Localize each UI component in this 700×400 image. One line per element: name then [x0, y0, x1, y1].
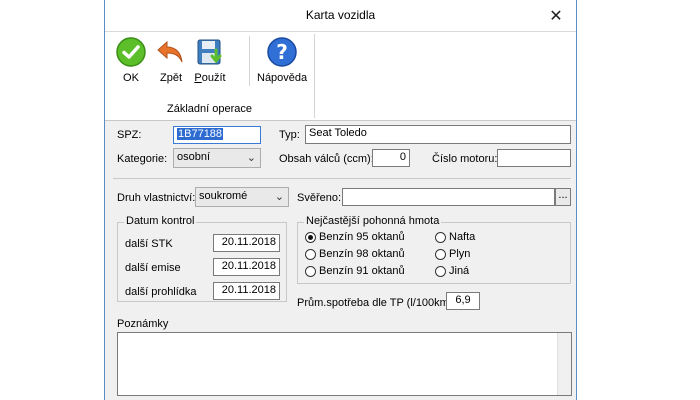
typ-label: Typ: [279, 129, 300, 141]
poznamky-label: Poznámky [117, 318, 169, 330]
spz-field[interactable]: 1B77188 [173, 126, 261, 144]
help-question-icon: ? [267, 37, 297, 67]
save-disk-icon [197, 39, 222, 65]
kategorie-select[interactable]: osobní ⌄ [173, 148, 261, 168]
spotreba-field[interactable]: 6,9 [446, 292, 480, 310]
emise-date-field[interactable]: 20.11.2018 [213, 258, 280, 276]
pohonna-hmota-title: Nejčastější pohonná hmota [304, 215, 442, 227]
druh-select[interactable]: soukromé ⌄ [195, 187, 289, 207]
radio-plyn[interactable]: Plyn [435, 248, 470, 260]
chevron-down-icon: ⌄ [246, 152, 256, 164]
kategorie-value: osobní [177, 151, 211, 163]
ribbon-group-label: Základní operace [167, 103, 252, 115]
back-arrow-icon [157, 40, 183, 63]
apply-button[interactable]: Použít [194, 36, 226, 84]
ok-button-label: OK [123, 72, 139, 84]
radio-benzin-98[interactable]: Benzín 98 oktanů [305, 248, 405, 260]
kategorie-label: Kategorie: [117, 153, 168, 165]
ok-button[interactable]: OK [115, 36, 147, 84]
radio-icon [305, 248, 316, 260]
radio-benzin-95[interactable]: Benzín 95 oktanů [305, 231, 405, 243]
prohlidka-label: další prohlídka [125, 286, 197, 298]
back-button-label: Zpět [159, 72, 182, 84]
emise-label: další emise [125, 262, 181, 274]
spotreba-label: Prům.spotřeba dle TP (l/100km): [297, 297, 456, 309]
ok-check-icon [116, 37, 146, 67]
back-button[interactable]: Zpět [155, 36, 187, 84]
radio-icon [305, 265, 316, 277]
radio-jina[interactable]: Jiná [435, 265, 469, 277]
datum-kontrol-title: Datum kontrol [124, 215, 197, 227]
notes-scrollbar[interactable] [557, 333, 571, 395]
radio-icon [435, 265, 446, 277]
help-button-label: Nápověda [257, 72, 308, 84]
stk-date-field[interactable]: 20.11.2018 [213, 234, 280, 252]
svereno-label: Svěřeno: [297, 192, 342, 204]
ribbon-group-separator [314, 34, 315, 118]
title-bar: Karta vozidla ✕ [105, 0, 576, 31]
apply-button-label: Použít [194, 72, 226, 84]
prohlidka-date-field[interactable]: 20.11.2018 [213, 282, 280, 300]
spz-label: SPZ: [117, 129, 142, 141]
close-icon[interactable]: ✕ [536, 0, 576, 31]
cislo-field[interactable] [497, 149, 571, 167]
stk-label: další STK [125, 238, 173, 250]
typ-field[interactable]: Seat Toledo [305, 125, 571, 144]
ribbon-separator [249, 36, 250, 86]
ribbon-toolbar: OK Zpět Použít ? Nápověda Základní opera… [105, 31, 576, 121]
obsah-label: Obsah válců (ccm): [279, 153, 374, 165]
svg-text:?: ? [276, 40, 288, 64]
svereno-browse-button[interactable]: ... [555, 188, 571, 206]
svereno-field[interactable] [342, 188, 555, 206]
divider [113, 178, 571, 179]
radio-selected-icon [305, 231, 316, 243]
obsah-field[interactable]: 0 [372, 149, 410, 167]
druh-value: soukromé [199, 190, 248, 202]
radio-icon [435, 231, 446, 243]
druh-label: Druh vlastnictví: [117, 192, 196, 204]
help-button[interactable]: ? Nápověda [257, 36, 307, 84]
radio-icon [435, 248, 446, 260]
vehicle-card-window: Karta vozidla ✕ OK Zpět Použít ? Nápověd… [104, 0, 577, 400]
chevron-down-icon: ⌄ [274, 191, 284, 203]
cislo-label: Číslo motoru: [432, 153, 498, 165]
radio-nafta[interactable]: Nafta [435, 231, 475, 243]
radio-benzin-91[interactable]: Benzín 91 oktanů [305, 265, 405, 277]
window-title: Karta vozidla [305, 8, 376, 22]
poznamky-textarea[interactable] [117, 332, 572, 396]
